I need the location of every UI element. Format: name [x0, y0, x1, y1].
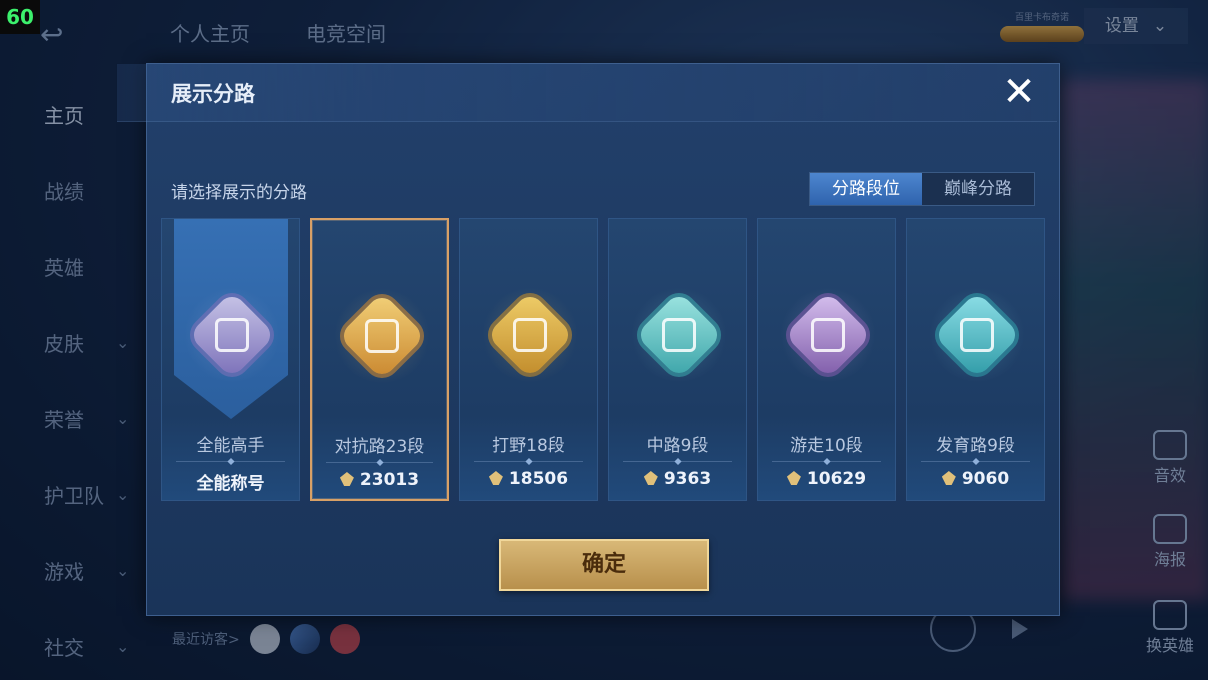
lane-score: 全能称号: [162, 469, 299, 494]
lane-score: 23013: [312, 470, 447, 490]
confirm-button[interactable]: 确定: [499, 539, 709, 591]
lane-score: 10629: [758, 469, 895, 489]
support-emblem-icon: [780, 287, 876, 383]
lane-card-list: 全能高手 全能称号 对抗路23段 23013 打野18段 18506 中路9段 …: [161, 218, 1045, 501]
lane-name: 中路9段: [646, 436, 709, 456]
divider: [772, 461, 881, 462]
rank-points-icon: [941, 471, 956, 485]
lane-card-bottom[interactable]: 发育路9段 9060: [906, 218, 1045, 501]
rank-points-icon: [339, 472, 354, 486]
lane-name: 对抗路23段: [334, 437, 425, 457]
lane-score-text: 10629: [806, 469, 867, 489]
lane-name: 打野18段: [492, 436, 565, 456]
lane-score-text: 23013: [359, 470, 420, 490]
mid-lane-emblem-icon: [631, 287, 727, 383]
bottom-lane-emblem-icon: [929, 287, 1025, 383]
divider: [623, 461, 732, 462]
divider: [326, 462, 433, 463]
lane-score: 9060: [907, 469, 1044, 489]
fps-counter: 60: [0, 0, 40, 34]
jungle-emblem-icon: [482, 287, 578, 383]
top-lane-emblem-icon: [334, 288, 430, 384]
close-icon[interactable]: ✕: [997, 72, 1041, 116]
lane-score-text: 9363: [663, 469, 712, 489]
lane-name: 发育路9段: [936, 436, 1015, 456]
lane-card-allround[interactable]: 全能高手 全能称号: [161, 218, 300, 501]
rank-points-icon: [786, 471, 801, 485]
select-prompt: 请选择展示的分路: [171, 183, 307, 203]
dialog-header: [117, 64, 1057, 122]
divider: [921, 461, 1030, 462]
lane-name: 游走10段: [790, 436, 863, 456]
lane-score-text: 18506: [508, 469, 569, 489]
divider: [474, 461, 583, 462]
divider: [176, 461, 285, 462]
lane-score: 9363: [609, 469, 746, 489]
lane-card-support[interactable]: 游走10段 10629: [757, 218, 896, 501]
lane-display-dialog: 展示分路 ✕ 请选择展示的分路 分路段位 巅峰分路 全能高手 全能称号 对抗路2…: [117, 63, 1060, 616]
lane-score-text: 全能称号: [196, 474, 265, 494]
lane-mode-toggle: 分路段位 巅峰分路: [809, 172, 1035, 206]
lane-score: 18506: [460, 469, 597, 489]
rank-points-icon: [488, 471, 503, 485]
lane-card-top[interactable]: 对抗路23段 23013: [310, 218, 449, 501]
dialog-title: 展示分路: [171, 82, 255, 106]
allround-emblem-icon: [184, 287, 280, 383]
lane-name: 全能高手: [196, 436, 265, 456]
lane-card-mid[interactable]: 中路9段 9363: [608, 218, 747, 501]
lane-score-text: 9060: [961, 469, 1010, 489]
toggle-peak-lane[interactable]: 巅峰分路: [922, 173, 1034, 205]
lane-card-jungle[interactable]: 打野18段 18506: [459, 218, 598, 501]
rank-points-icon: [643, 471, 658, 485]
toggle-lane-rank[interactable]: 分路段位: [810, 173, 922, 205]
